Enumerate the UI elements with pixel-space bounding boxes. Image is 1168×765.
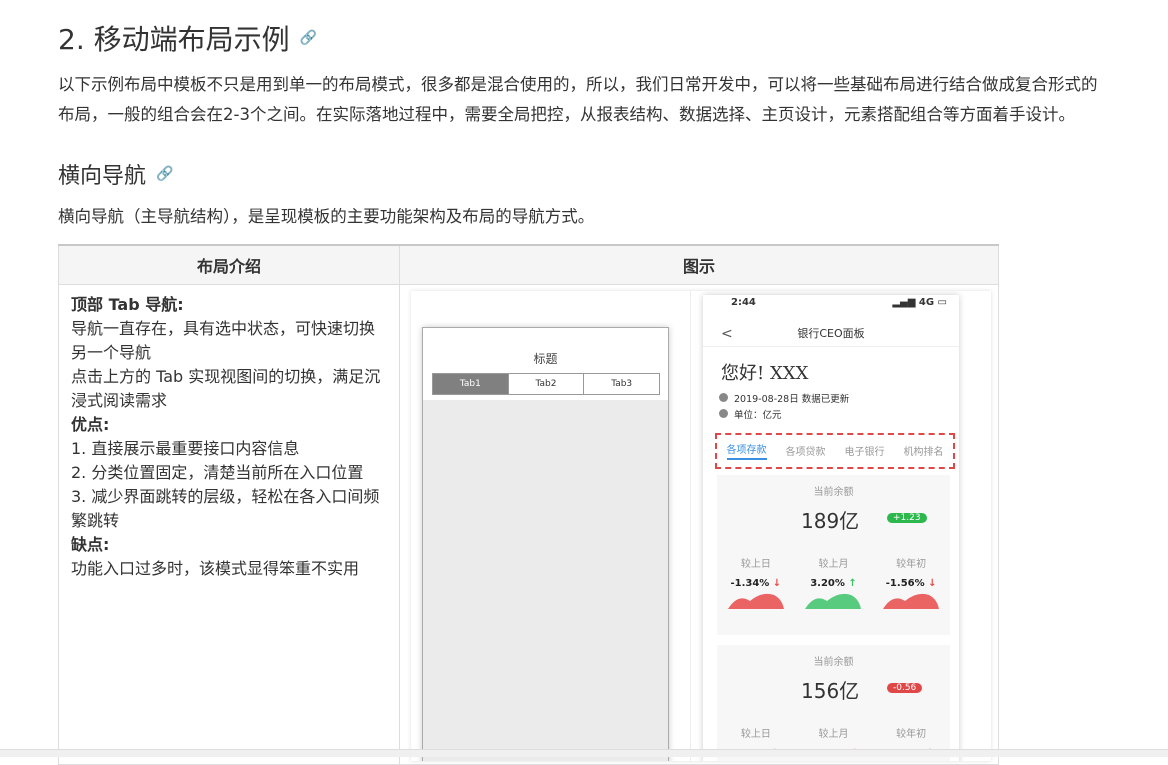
pros-item: 1. 直接展示最重要接口内容信息	[71, 438, 300, 458]
back-icon: <	[721, 325, 733, 342]
compare-item: 较年初 -1.56% ↓	[876, 555, 946, 612]
phone-mockup: 2:44 ▂▄▆ 4G ▭ < 银行CEO面板 您好! XXX 2019-08-28…	[703, 294, 959, 761]
unit-line: 单位：亿元	[719, 407, 782, 421]
compare-label: 较年初	[896, 558, 927, 570]
date-line: 2019-08-28日 数据已更新	[719, 391, 849, 405]
layout-description: 顶部 Tab 导航: 导航一直存在，具有选中状态，可快速切换另一个导航 点击上方…	[58, 283, 400, 765]
wireframe-tab: Tab3	[611, 378, 633, 389]
compare-label: 较上月	[818, 558, 849, 570]
desc-title: 顶部 Tab 导航:	[71, 294, 184, 314]
card-label: 当前余额	[813, 656, 854, 668]
phone-tab: 各项贷款	[785, 447, 826, 458]
intro-line: 布局，一般的组合会在2-3个之间。在实际落地过程中，需要全局把控，从报表结构、数…	[58, 105, 1075, 124]
heading-text: 2. 移动端布局示例	[58, 23, 290, 56]
illustration-image: 标题 Tab1 Tab2 Tab3 2:44 ▂▄▆ 4G ▭ < 银行CEO面板 …	[411, 290, 991, 761]
compare-item: 较上日 -1.34% ↓	[721, 555, 791, 612]
column-header: 布局介绍	[58, 244, 400, 285]
divider	[690, 290, 691, 761]
phone-tab: 各项存款	[726, 441, 767, 460]
greeting: 您好! XXX	[721, 362, 809, 384]
horizontal-scrollbar[interactable]	[0, 749, 1168, 757]
phone-tab: 电子银行	[844, 447, 885, 458]
compare-label: 较上日	[740, 558, 771, 570]
status-bar: 2:44 ▂▄▆ 4G ▭	[703, 295, 959, 308]
compare-value: 3.20% ↑	[810, 577, 857, 589]
wireframe-tab: Tab1	[433, 373, 509, 394]
arrow-down-icon: ↓	[772, 577, 782, 589]
time: 2:44	[731, 296, 756, 308]
change-badge: +1.23	[887, 512, 927, 523]
compare-label: 较上月	[818, 728, 849, 740]
compare-label: 较上日	[740, 728, 771, 740]
phone-tab: 机构排名	[903, 447, 944, 458]
yen-icon	[719, 409, 728, 418]
arrow-down-icon: ↓	[928, 577, 937, 589]
pros-item: 3. 减少界面跳转的层级，轻松在各入口间频繁跳转	[71, 486, 380, 530]
compare-label: 较年初	[896, 728, 927, 740]
link-icon[interactable]: 🔗	[156, 166, 173, 182]
wireframe-body	[423, 399, 668, 761]
arrow-up-icon: ↑	[848, 577, 857, 589]
desc-line: 导航一直存在，具有选中状态，可快速切换另一个导航	[71, 318, 376, 362]
subheading-text: 横向导航	[58, 164, 147, 189]
balance-card: 当前余额 156亿 -0.56 较上日 4.56% ↑ 较上月 -3.20% ↓…	[717, 644, 950, 761]
phone-tabs: 各项存款 各项贷款 电子银行 机构排名	[715, 432, 955, 469]
subsection-heading: 横向导航 🔗	[58, 158, 173, 190]
wireframe-tabs: Tab1 Tab2 Tab3	[432, 372, 660, 395]
layout-table: 布局介绍 图示 顶部 Tab 导航: 导航一直存在，具有选中状态，可快速切换另一个…	[58, 244, 999, 765]
card-value: 156亿	[801, 678, 860, 703]
signal-battery-icon: ▂▄▆ 4G ▭	[892, 296, 947, 308]
pros-item: 2. 分类位置固定，清楚当前所在入口位置	[71, 462, 364, 482]
card-value: 189亿	[801, 508, 860, 533]
compare-item: 较上月 3.20% ↑	[798, 555, 868, 612]
card-label: 当前余额	[813, 486, 854, 498]
sparkline	[805, 593, 862, 609]
illustration-cell: 标题 Tab1 Tab2 Tab3 2:44 ▂▄▆ 4G ▭ < 银行CEO面板 …	[399, 283, 999, 765]
phone-nav: < 银行CEO面板	[703, 321, 959, 347]
section-heading: 2. 移动端布局示例 🔗	[58, 18, 317, 58]
sparkline	[727, 593, 784, 609]
cons-item: 功能入口过多时，该模式显得笨重不实用	[71, 558, 360, 578]
wireframe-tab: Tab2	[509, 373, 585, 394]
compare-value: -1.56% ↓	[885, 577, 937, 589]
intro-paragraph: 以下示例布局中模板不只是用到单一的布局模式，很多都是混合使用的，所以，我们日常开…	[58, 70, 1168, 130]
pros-title: 优点:	[71, 414, 110, 434]
sparkline	[883, 593, 940, 609]
change-badge: -0.56	[887, 682, 923, 693]
desc-line: 点击上方的 Tab 实现视图间的切换，满足沉浸式阅读需求	[71, 366, 381, 410]
balance-card: 当前余额 189亿 +1.23 较上日 -1.34% ↓ 较上月 3.20% ↑…	[717, 474, 950, 635]
nav-title: 银行CEO面板	[797, 326, 865, 340]
compare-value: -1.34% ↓	[730, 577, 782, 589]
subsection-text: 横向导航（主导航结构），是呈现模板的主要功能架构及布局的导航方式。	[58, 207, 595, 226]
cons-title: 缺点:	[71, 534, 110, 554]
compare-row: 较上日 -1.34% ↓ 较上月 3.20% ↑ 较年初 -1.56% ↓	[717, 555, 950, 612]
clock-icon	[719, 393, 728, 402]
link-icon[interactable]: 🔗	[300, 30, 317, 46]
column-header: 图示	[399, 244, 999, 285]
intro-line: 以下示例布局中模板不只是用到单一的布局模式，很多都是混合使用的，所以，我们日常开…	[58, 75, 1098, 94]
wireframe: 标题 Tab1 Tab2 Tab3	[422, 326, 669, 761]
wireframe-title: 标题	[533, 351, 558, 366]
